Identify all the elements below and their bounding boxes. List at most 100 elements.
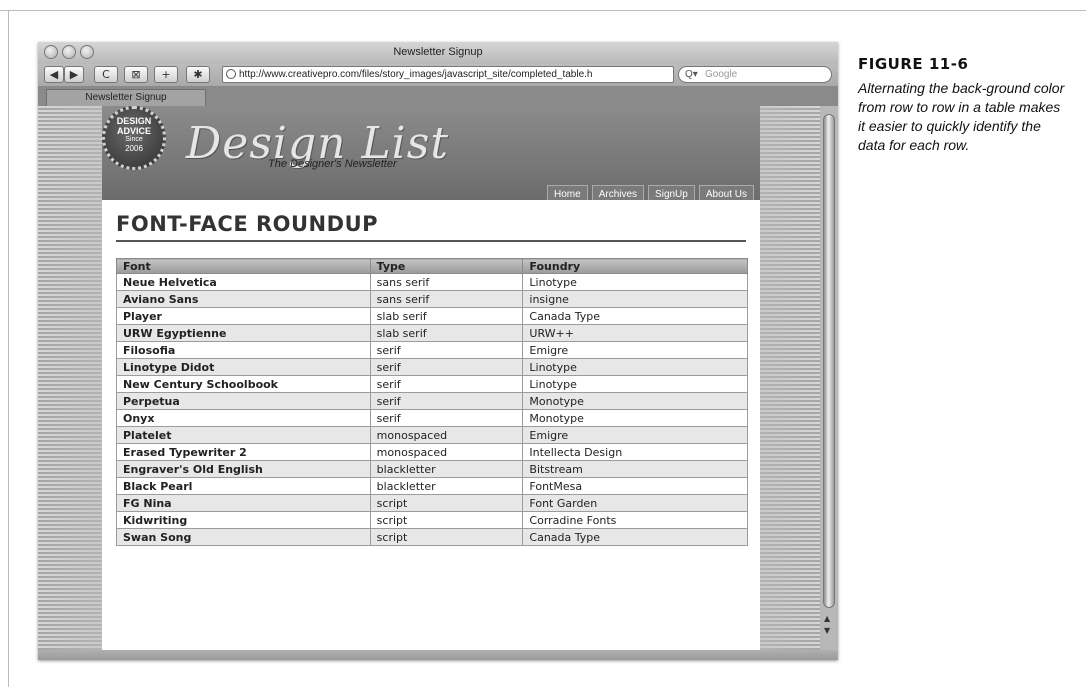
column-header-type: Type <box>369 258 524 274</box>
table-row: Neue Helvetica sans serif Linotype <box>116 273 748 291</box>
column-header-font: Font <box>116 258 371 274</box>
snapback-button[interactable]: ⊠ <box>124 66 148 83</box>
type-cell: serif <box>369 409 524 427</box>
type-cell: serif <box>369 358 524 376</box>
title-bar: Newsletter Signup <box>38 42 838 64</box>
type-cell: monospaced <box>369 426 524 444</box>
design-advice-badge: DESIGN ADVICE Since 2006 <box>102 106 166 170</box>
site-masthead: DESIGN ADVICE Since 2006 Design List The… <box>102 106 760 200</box>
toolbar: ◀ ▶ C ⊠ + ✱ http://www.creativepro.com/f… <box>38 64 838 86</box>
reload-button[interactable]: C <box>94 66 118 83</box>
nav-home[interactable]: Home <box>547 185 588 200</box>
badge-line-4: 2006 <box>125 144 143 153</box>
badge-line-3: Since <box>125 136 143 143</box>
nav-about-us[interactable]: About Us <box>698 185 754 200</box>
type-cell: slab serif <box>369 307 524 325</box>
foundry-cell: FontMesa <box>522 477 748 495</box>
foundry-cell: Bitstream <box>522 460 748 478</box>
scroll-up-arrow-icon[interactable]: ▲ <box>824 614 830 623</box>
site-tagline: The Designer's Newsletter <box>268 158 397 170</box>
scroll-down-arrow-icon[interactable]: ▼ <box>824 626 830 635</box>
type-cell: blackletter <box>369 460 524 478</box>
right-stripe-background <box>760 106 820 650</box>
foundry-cell: Linotype <box>522 375 748 393</box>
foundry-cell: Emigre <box>522 426 748 444</box>
foundry-cell: Linotype <box>522 358 748 376</box>
window-title: Newsletter Signup <box>393 46 483 58</box>
table-row: FG Nina script Font Garden <box>116 494 748 512</box>
font-cell: New Century Schoolbook <box>116 375 371 393</box>
browser-window: Newsletter Signup ◀ ▶ C ⊠ + ✱ http://www… <box>38 42 838 660</box>
forward-button[interactable]: ▶ <box>64 66 84 83</box>
bug-report-button[interactable]: ✱ <box>186 66 210 83</box>
font-cell: Onyx <box>116 409 371 427</box>
font-cell: Black Pearl <box>116 477 371 495</box>
globe-icon <box>226 69 236 79</box>
type-cell: slab serif <box>369 324 524 342</box>
nav-archives[interactable]: Archives <box>591 185 645 200</box>
nav-signup[interactable]: SignUp <box>648 185 695 200</box>
table-row: Player slab serif Canada Type <box>116 307 748 325</box>
table-row: Engraver's Old English blackletter Bitstre… <box>116 460 748 478</box>
back-button[interactable]: ◀ <box>44 66 64 83</box>
page-rule-left <box>8 10 9 687</box>
column-header-foundry: Foundry <box>522 258 748 274</box>
font-cell: Perpetua <box>116 392 371 410</box>
tab-bar: Newsletter Signup <box>38 86 838 106</box>
table-row: Kidwriting script Corradine Fonts <box>116 511 748 529</box>
foundry-cell: Corradine Fonts <box>522 511 748 529</box>
font-cell: URW Egyptienne <box>116 324 371 342</box>
table-row: URW Egyptienne slab serif URW++ <box>116 324 748 342</box>
font-cell: Aviano Sans <box>116 290 371 308</box>
tab-newsletter-signup[interactable]: Newsletter Signup <box>46 89 206 106</box>
web-viewport: DESIGN ADVICE Since 2006 Design List The… <box>38 106 820 650</box>
type-cell: serif <box>369 375 524 393</box>
type-cell: script <box>369 494 524 512</box>
search-field[interactable]: Q▾ Google <box>678 66 832 83</box>
font-cell: Engraver's Old English <box>116 460 371 478</box>
foundry-cell: Emigre <box>522 341 748 359</box>
foundry-cell: insigne <box>522 290 748 308</box>
page-heading: FONT-FACE ROUNDUP <box>116 212 746 242</box>
font-cell: Neue Helvetica <box>116 273 371 291</box>
foundry-cell: Canada Type <box>522 528 748 546</box>
foundry-cell: Monotype <box>522 392 748 410</box>
search-icon: Q▾ <box>685 69 698 80</box>
table-row: Platelet monospaced Emigre <box>116 426 748 444</box>
type-cell: monospaced <box>369 443 524 461</box>
type-cell: script <box>369 528 524 546</box>
font-cell: Platelet <box>116 426 371 444</box>
foundry-cell: Intellecta Design <box>522 443 748 461</box>
type-cell: script <box>369 511 524 529</box>
foundry-cell: Canada Type <box>522 307 748 325</box>
type-cell: blackletter <box>369 477 524 495</box>
type-cell: serif <box>369 341 524 359</box>
figure-caption: Alternating the back-ground color from r… <box>858 80 1065 153</box>
vertical-scrollbar[interactable]: ▲ ▼ <box>820 106 838 650</box>
font-table: Font Type Foundry Neue Helvetica sans ser… <box>116 258 748 546</box>
font-cell: Kidwriting <box>116 511 371 529</box>
type-cell: serif <box>369 392 524 410</box>
font-cell: Swan Song <box>116 528 371 546</box>
left-stripe-background <box>38 106 102 650</box>
font-cell: Filosofia <box>116 341 371 359</box>
table-header-row: Font Type Foundry <box>116 258 748 274</box>
font-cell: FG Nina <box>116 494 371 512</box>
font-cell: Linotype Didot <box>116 358 371 376</box>
table-row: New Century Schoolbook serif Linotype <box>116 375 748 393</box>
table-row: Black Pearl blackletter FontMesa <box>116 477 748 495</box>
address-bar[interactable]: http://www.creativepro.com/files/story_i… <box>222 66 674 83</box>
badge-line-1: DESIGN <box>116 116 152 126</box>
table-row: Aviano Sans sans serif insigne <box>116 290 748 308</box>
font-cell: Erased Typewriter 2 <box>116 443 371 461</box>
add-bookmark-button[interactable]: + <box>154 66 178 83</box>
foundry-cell: Font Garden <box>522 494 748 512</box>
foundry-cell: Linotype <box>522 273 748 291</box>
table-row: Perpetua serif Monotype <box>116 392 748 410</box>
figure-number: FIGURE 11-6 <box>858 55 969 73</box>
scrollbar-thumb[interactable] <box>823 114 835 608</box>
page-content: FONT-FACE ROUNDUP Font Type Foundry Neue… <box>102 200 760 650</box>
foundry-cell: URW++ <box>522 324 748 342</box>
badge-line-2: ADVICE <box>116 126 151 136</box>
site-nav: Home Archives SignUp About Us <box>543 182 754 200</box>
